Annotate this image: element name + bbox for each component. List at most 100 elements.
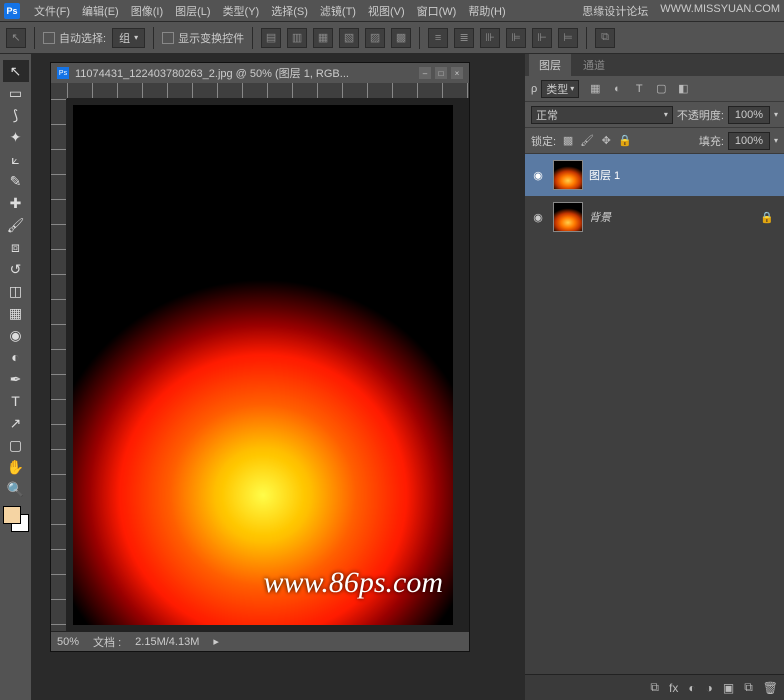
show-transform-checkbox[interactable]: 显示变换控件: [162, 30, 244, 46]
align-icon[interactable]: ▦: [313, 28, 333, 48]
filter-type-icon[interactable]: T: [631, 81, 647, 97]
align-icon[interactable]: ▨: [365, 28, 385, 48]
move-tool[interactable]: ↖: [3, 60, 29, 82]
pen-tool[interactable]: ✒: [3, 368, 29, 390]
horizontal-ruler[interactable]: [67, 83, 469, 99]
filter-shape-icon[interactable]: ▢: [653, 81, 669, 97]
auto-select-target[interactable]: 组 ▾: [112, 28, 145, 48]
layer-thumbnail[interactable]: [553, 202, 583, 232]
heal-tool[interactable]: ✚: [3, 192, 29, 214]
crop-tool[interactable]: ⟀: [3, 148, 29, 170]
filter-search-icon[interactable]: ρ: [531, 83, 537, 95]
auto-select-checkbox[interactable]: 自动选择:: [43, 30, 106, 46]
new-layer-icon[interactable]: ⧉: [744, 680, 753, 695]
layer-thumbnail[interactable]: [553, 160, 583, 190]
document-area: Ps 11074431_122403780263_2.jpg @ 50% (图层…: [32, 54, 524, 700]
align-icon[interactable]: ▤: [261, 28, 281, 48]
fill-dropdown-icon[interactable]: ▾: [774, 136, 778, 145]
filter-smart-icon[interactable]: ◧: [675, 81, 691, 97]
watermark-site: 思缘设计论坛: [582, 3, 648, 19]
minimize-icon[interactable]: ‒: [419, 67, 431, 79]
tab-layers[interactable]: 图层: [529, 54, 571, 76]
menu-edit[interactable]: 编辑(E): [76, 1, 125, 21]
menu-select[interactable]: 选择(S): [265, 1, 314, 21]
distribute-icon[interactable]: ≣: [454, 28, 474, 48]
blur-tool[interactable]: ◉: [3, 324, 29, 346]
maximize-icon[interactable]: □: [435, 67, 447, 79]
distribute-icon[interactable]: ⊫: [506, 28, 526, 48]
tab-channels[interactable]: 通道: [573, 54, 615, 76]
blend-mode-select[interactable]: 正常 ▾: [531, 106, 673, 124]
adjustment-layer-icon[interactable]: ◑: [706, 681, 713, 695]
canvas-viewport[interactable]: www.86ps.com: [67, 99, 469, 631]
layer-mask-icon[interactable]: ◐: [688, 681, 695, 695]
color-swatches[interactable]: [3, 506, 29, 532]
menu-file[interactable]: 文件(F): [28, 1, 76, 21]
lasso-tool[interactable]: ⟆: [3, 104, 29, 126]
close-icon[interactable]: ×: [451, 67, 463, 79]
distribute-icon[interactable]: ≡: [428, 28, 448, 48]
lock-label: 锁定:: [531, 133, 556, 149]
status-arrow-icon[interactable]: ▸: [213, 635, 219, 648]
group-icon[interactable]: ▣: [723, 681, 734, 695]
menu-help[interactable]: 帮助(H): [462, 1, 511, 21]
auto-align-icon[interactable]: ⧉: [595, 28, 615, 48]
dropdown-icon: ▾: [134, 33, 138, 42]
align-icon[interactable]: ▧: [339, 28, 359, 48]
layer-name[interactable]: 图层 1: [589, 167, 620, 183]
lock-pixels-icon[interactable]: 🖌: [579, 133, 595, 149]
path-tool[interactable]: ↗: [3, 412, 29, 434]
opacity-field[interactable]: 100%: [728, 106, 770, 124]
distribute-icon[interactable]: ⊪: [480, 28, 500, 48]
layer-row[interactable]: ◉ 图层 1: [525, 154, 784, 196]
shape-tool[interactable]: ▢: [3, 434, 29, 456]
distribute-icon[interactable]: ⊨: [558, 28, 578, 48]
dropdown-icon: ▾: [664, 110, 668, 119]
vertical-ruler[interactable]: [51, 99, 67, 631]
menu-layer[interactable]: 图层(L): [169, 1, 216, 21]
filter-kind-select[interactable]: 类型 ▾: [541, 80, 579, 98]
menu-filter[interactable]: 滤镜(T): [314, 1, 362, 21]
foreground-color-swatch[interactable]: [3, 506, 21, 524]
eraser-tool[interactable]: ◫: [3, 280, 29, 302]
gradient-tool[interactable]: ▦: [3, 302, 29, 324]
distribute-icon[interactable]: ⊩: [532, 28, 552, 48]
image-content: [73, 105, 453, 625]
link-layers-icon[interactable]: ⧉: [650, 680, 659, 695]
group-label: 组: [119, 30, 130, 46]
brush-tool[interactable]: 🖌: [3, 214, 29, 236]
lock-position-icon[interactable]: ✥: [598, 133, 614, 149]
align-icon[interactable]: ▩: [391, 28, 411, 48]
marquee-tool[interactable]: ▭: [3, 82, 29, 104]
menu-image[interactable]: 图像(I): [125, 1, 169, 21]
eyedropper-tool[interactable]: ✎: [3, 170, 29, 192]
zoom-tool[interactable]: 🔍: [3, 478, 29, 500]
menu-view[interactable]: 视图(V): [362, 1, 411, 21]
opacity-dropdown-icon[interactable]: ▾: [774, 110, 778, 119]
layer-fx-icon[interactable]: fx: [669, 681, 678, 695]
history-brush-tool[interactable]: ↺: [3, 258, 29, 280]
visibility-toggle[interactable]: ◉: [529, 211, 547, 224]
dodge-tool[interactable]: ◐: [3, 346, 29, 368]
menu-type[interactable]: 类型(Y): [217, 1, 266, 21]
trash-icon[interactable]: 🗑: [763, 681, 778, 695]
hand-tool[interactable]: ✋: [3, 456, 29, 478]
filter-adj-icon[interactable]: ◐: [609, 81, 625, 97]
stamp-tool[interactable]: ⧈: [3, 236, 29, 258]
wand-tool[interactable]: ✦: [3, 126, 29, 148]
fill-field[interactable]: 100%: [728, 132, 770, 150]
menu-window[interactable]: 窗口(W): [411, 1, 463, 21]
align-icon[interactable]: ▥: [287, 28, 307, 48]
visibility-toggle[interactable]: ◉: [529, 169, 547, 182]
lock-transparent-icon[interactable]: ▩: [560, 133, 576, 149]
auto-select-label: 自动选择:: [59, 30, 106, 46]
filter-pixel-icon[interactable]: ▦: [587, 81, 603, 97]
layer-name[interactable]: 背景: [589, 209, 611, 225]
lock-all-icon[interactable]: 🔒: [617, 133, 633, 149]
layer-row[interactable]: ◉ 背景 🔒: [525, 196, 784, 238]
document-titlebar[interactable]: Ps 11074431_122403780263_2.jpg @ 50% (图层…: [51, 63, 469, 83]
canvas[interactable]: www.86ps.com: [73, 105, 453, 625]
move-tool-indicator[interactable]: ↖: [6, 28, 26, 48]
type-tool[interactable]: T: [3, 390, 29, 412]
zoom-readout[interactable]: 50%: [57, 636, 79, 648]
